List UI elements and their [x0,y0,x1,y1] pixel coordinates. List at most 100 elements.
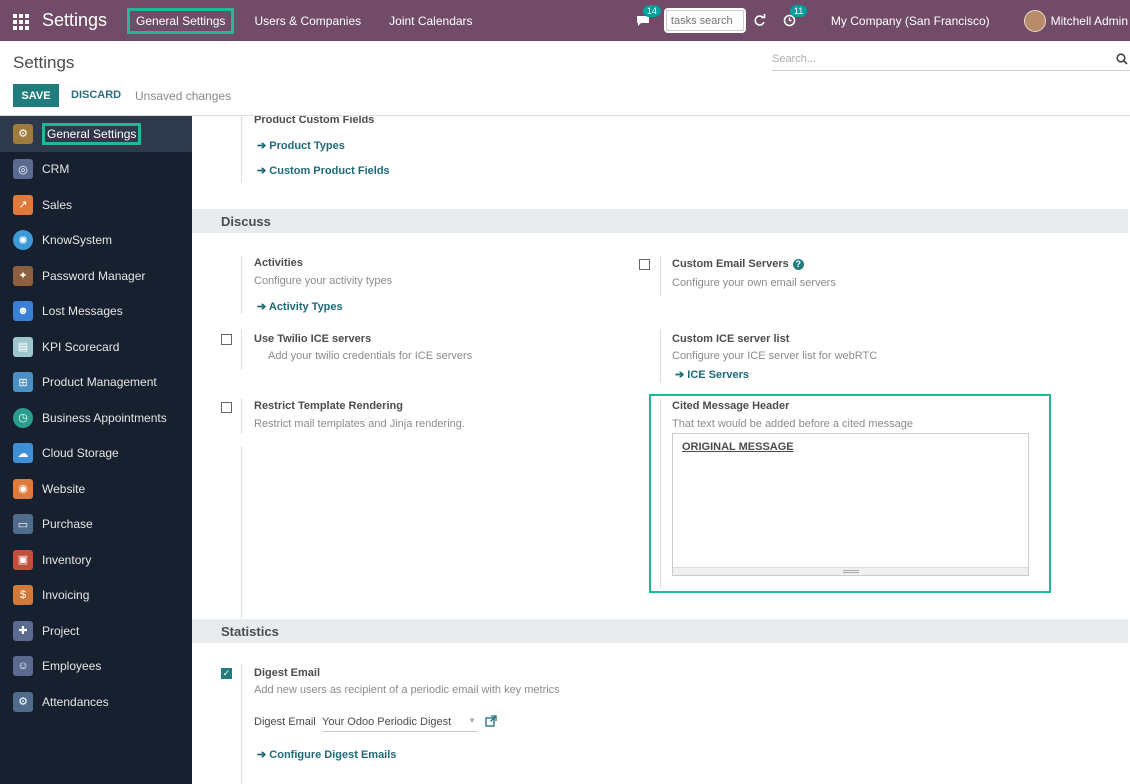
sidebar-item-inventory[interactable]: ▣ Inventory [0,542,192,578]
refresh-icon[interactable] [752,13,768,29]
sidebar-item-label: KnowSystem [42,233,113,248]
sidebar-item-cloud-storage[interactable]: ☁ Cloud Storage [0,436,192,472]
sidebar-item-label: Sales [42,197,73,212]
external-link-icon[interactable] [485,715,497,730]
menu-users-companies[interactable]: Users & Companies [254,14,361,28]
activities-desc: Configure your activity types [254,275,393,287]
sidebar-item-sales[interactable]: ↗ Sales [0,187,192,223]
twilio-ice-desc: Add your twilio credentials for ICE serv… [268,350,473,362]
sidebar-item-label: Lost Messages [42,304,123,319]
menu-general-settings[interactable]: General Settings [127,7,235,34]
apps-menu-icon[interactable] [13,13,29,30]
digest-email-select[interactable]: Your Odoo Periodic Digest ▼ [322,716,478,732]
sidebar-item-label: Employees [42,659,102,674]
digest-email-title: Digest Email [254,667,321,679]
link-label: Product Types [269,140,345,152]
cloud-icon: ☁ [13,443,33,464]
section-statistics: Statistics [192,619,1128,643]
company-switcher[interactable]: My Company (San Francisco) [831,14,990,28]
sidebar-item-general-settings[interactable]: ⚙ General Settings [0,116,192,152]
digest-email-checkbox[interactable]: ✓ [221,668,232,679]
sidebar-item-label: General Settings [42,122,142,145]
invoice-icon: $ [13,585,33,606]
messages-badge: 14 [642,4,661,17]
digest-email-label: Digest Email [254,716,316,728]
custom-product-fields-link[interactable]: ➔ Custom Product Fields [257,164,390,177]
section-discuss: Discuss [192,209,1128,233]
app-title: Settings [42,10,108,30]
sidebar-item-invoicing[interactable]: $ Invoicing [0,578,192,614]
sidebar-item-project[interactable]: ✚ Project [0,613,192,649]
custom-email-servers-label: Custom Email Servers [672,258,789,270]
setting-divider [241,398,242,434]
sidebar-item-label: Attendances [42,694,109,709]
sidebar-item-product-management[interactable]: ⊞ Product Management [0,365,192,401]
custom-email-servers-checkbox[interactable] [639,259,650,270]
sidebar-item-purchase[interactable]: ▭ Purchase [0,507,192,543]
setting-divider [241,116,242,182]
unsaved-status: Unsaved changes [135,89,232,103]
sidebar-item-business-appointments[interactable]: ◷ Business Appointments [0,400,192,436]
twilio-ice-checkbox[interactable] [221,334,232,345]
sidebar-item-label: KPI Scorecard [42,339,120,354]
gear-icon: ⚙ [13,123,33,144]
link-label: Custom Product Fields [269,165,390,177]
search-input[interactable] [772,53,1102,65]
ice-servers-link[interactable]: ➔ ICE Servers [675,368,749,381]
sidebar-item-label: Inventory [42,552,92,567]
page-title: Settings [13,53,75,72]
link-label: ICE Servers [687,369,750,381]
sidebar-item-lost-messages[interactable]: ☻ Lost Messages [0,294,192,330]
sidebar-item-password-manager[interactable]: ✦ Password Manager [0,258,192,294]
user-avatar[interactable] [1023,9,1046,32]
discard-button[interactable]: DISCARD [71,89,121,101]
website-icon: ◉ [13,478,33,499]
purchase-icon: ▭ [13,514,33,535]
configure-digest-link[interactable]: ➔ Configure Digest Emails [257,748,396,761]
editor-resize-handle[interactable] [673,567,1028,575]
help-icon[interactable]: ? [792,258,804,270]
save-button[interactable]: SAVE [13,84,59,107]
sidebar-item-knowsystem[interactable]: ✺ KnowSystem [0,223,192,259]
messages-icon[interactable]: 14 [635,4,661,29]
setting-divider [241,664,242,784]
activities-clock-icon[interactable]: 11 [782,4,808,29]
restrict-template-checkbox[interactable] [221,402,232,413]
sidebar-item-kpi-scorecard[interactable]: ▤ KPI Scorecard [0,329,192,365]
setting-divider [660,256,661,296]
sidebar-item-crm[interactable]: ◎ CRM [0,152,192,188]
setting-divider [241,330,242,370]
cited-message-editor[interactable]: ORIGINAL MESSAGE [672,433,1029,576]
custom-email-servers-title: Custom Email Servers? [672,258,804,270]
settings-content: Product Custom Fields ➔ Product Types ➔ … [192,116,1130,784]
sales-chart-icon: ↗ [13,194,33,215]
setting-divider [241,256,242,314]
sidebar-item-employees[interactable]: ☺ Employees [0,649,192,685]
search-icon[interactable] [1116,53,1128,68]
activity-types-link[interactable]: ➔ Activity Types [257,300,343,313]
sidebar-item-attendances[interactable]: ⚙ Attendances [0,684,192,720]
employees-icon: ☺ [13,656,33,677]
menu-joint-calendars[interactable]: Joint Calendars [389,14,472,28]
clock-icon: ◷ [13,407,33,428]
systray: 14 11 My Company (San Francisco) Mitchel… [635,0,1130,41]
sidebar-item-label: Cloud Storage [42,446,119,461]
link-label: Activity Types [268,301,343,313]
crm-icon: ◎ [13,159,33,180]
sidebar-item-website[interactable]: ◉ Website [0,471,192,507]
sidebar-item-label: Project [42,623,80,638]
tasks-search-input[interactable] [663,8,746,33]
scorecard-icon: ▤ [13,336,33,357]
settings-sidebar: ⚙ General Settings ◎ CRM ↗ Sales ✺ KnowS… [0,116,192,784]
cited-message-title: Cited Message Header [672,400,790,412]
product-custom-fields-title: Product Custom Fields [254,116,375,126]
user-menu[interactable]: Mitchell Admin [1051,14,1128,28]
sidebar-item-label: Product Management [42,375,157,390]
link-label: Configure Digest Emails [269,749,397,761]
top-navbar: Settings General Settings Users & Compan… [0,0,1130,41]
twilio-ice-title: Use Twilio ICE servers [254,333,372,345]
product-types-link[interactable]: ➔ Product Types [257,139,345,152]
sidebar-item-label: Purchase [42,517,93,532]
settings-search[interactable] [772,51,1130,71]
activities-title: Activities [254,257,303,269]
